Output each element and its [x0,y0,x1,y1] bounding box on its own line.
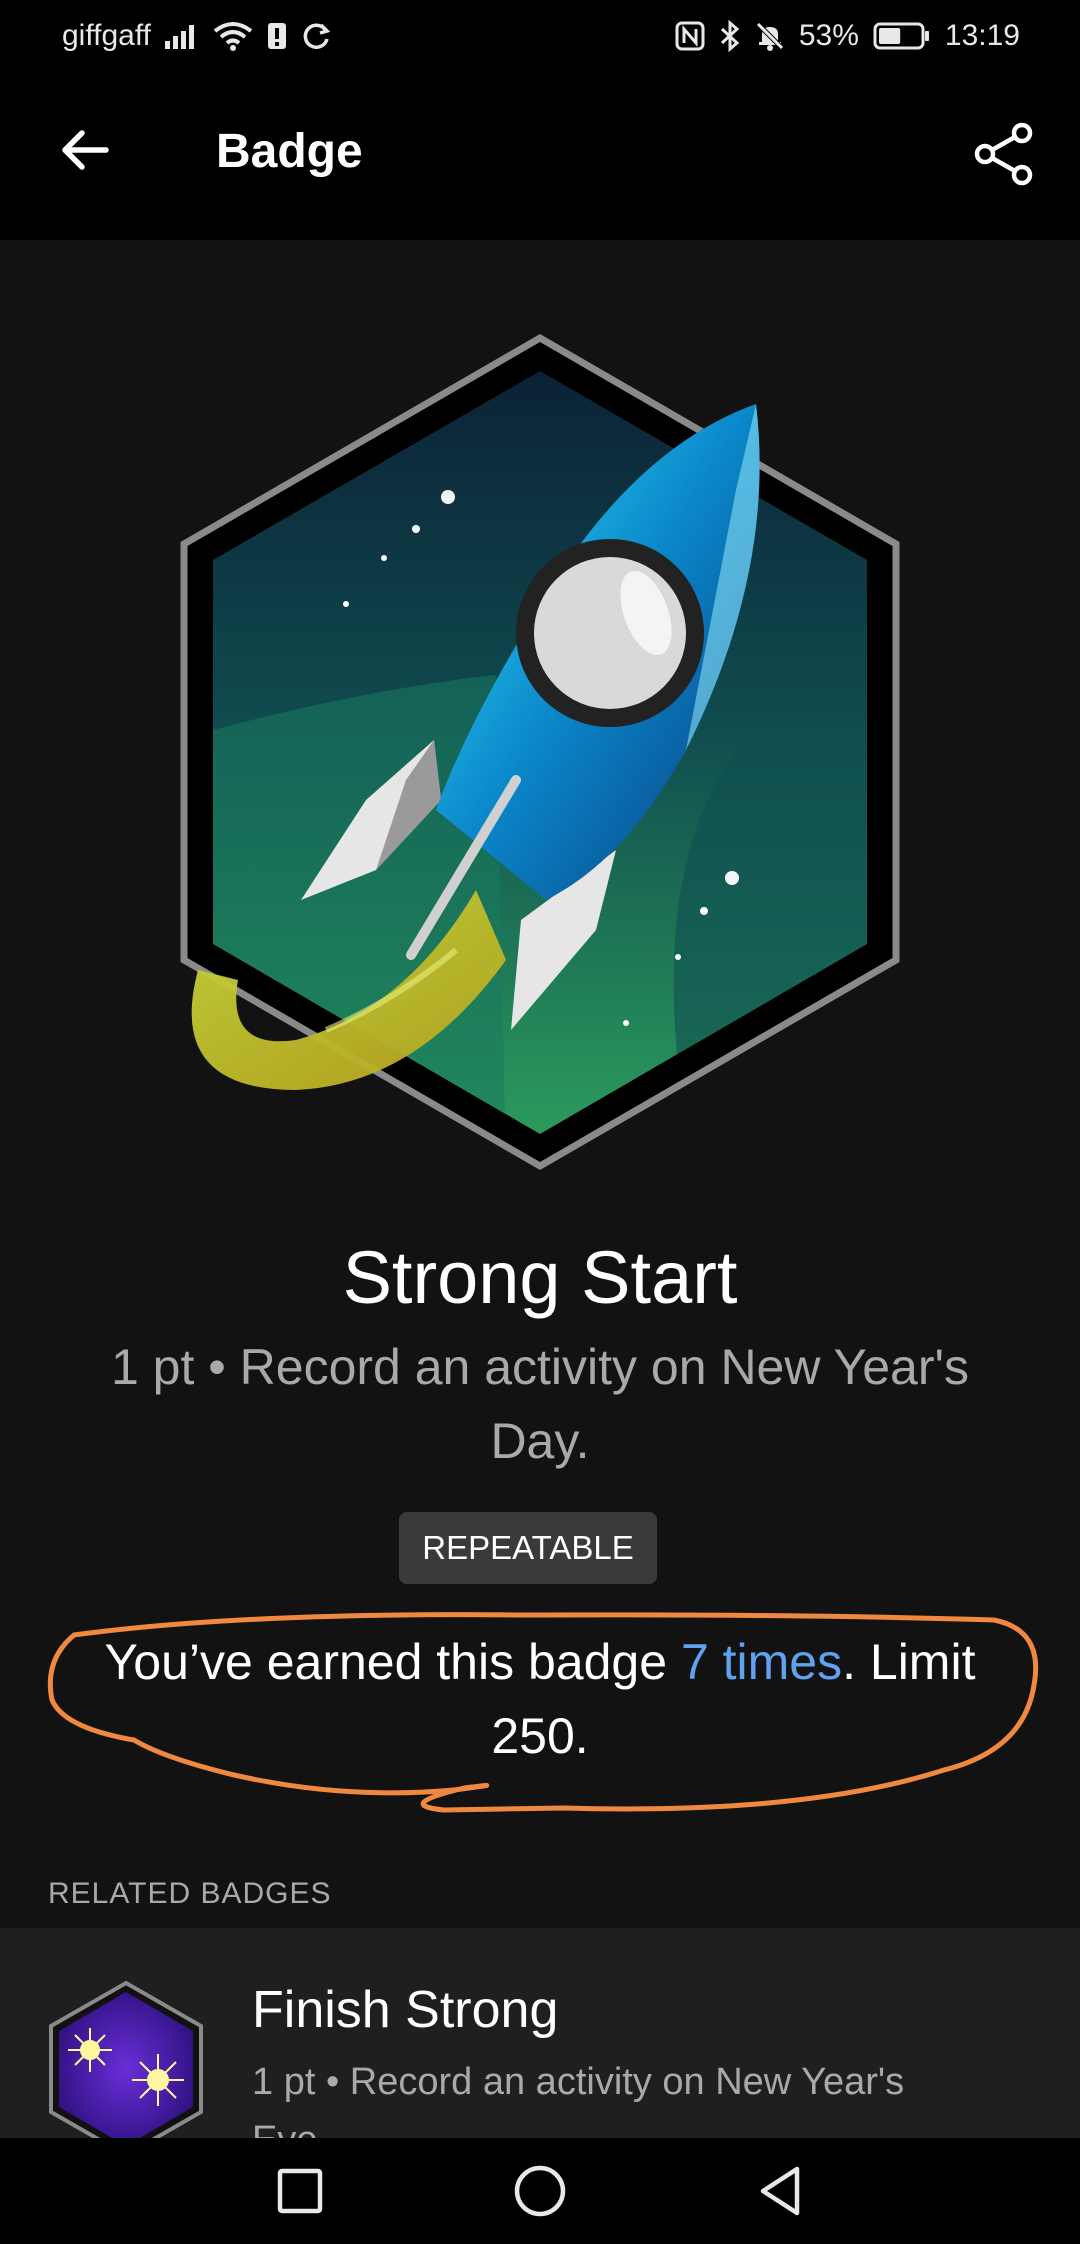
earned-summary: You’ve earned this badge 7 times. Limit … [60,1625,1020,1773]
share-icon [974,122,1033,186]
recents-square-icon [277,2168,323,2214]
back-button[interactable] [48,114,120,186]
status-left: giffgaff [62,19,331,53]
repeatable-tag: REPEATABLE [399,1512,657,1584]
related-badge-description: 1 pt • Record an activity on New Year's … [252,2061,905,2138]
home-button[interactable] [505,2156,575,2226]
status-bar: giffgaff 53% 13:19 [0,0,1080,72]
signal-icon [164,23,199,49]
system-nav-bar [0,2138,1080,2244]
system-back-button[interactable] [745,2156,815,2226]
home-circle-icon [514,2165,566,2217]
badge-title: Strong Start [342,1236,738,1319]
back-triangle-icon [760,2166,800,2216]
battery-percent: 53% [798,19,859,52]
wifi-icon [213,21,253,51]
arrow-left-icon [62,130,109,170]
related-badge-name: Finish Strong [252,1981,559,2039]
battery-icon [873,21,931,51]
share-button[interactable] [964,114,1044,194]
status-right: 53% 13:19 [675,19,1020,53]
app-bar: Badge [0,72,1080,240]
nfc-icon [675,21,705,51]
earned-count-link[interactable]: 7 times [681,1634,842,1690]
badge-description: 1 pt • Record an activity on New Year's … [110,1339,970,1469]
sync-icon [301,21,331,51]
recents-button[interactable] [265,2156,335,2226]
earned-prefix: You’ve earned this badge [104,1634,681,1690]
fireworks-badge-thumbnail [49,1980,203,2138]
alert-icon [267,21,287,51]
carrier-label: giffgaff [62,19,151,52]
mute-icon [755,21,785,51]
related-badges-header: RELATED BADGES [48,1877,332,1910]
page-title: Badge [216,125,363,178]
bluetooth-icon [719,20,741,52]
clock: 13:19 [944,19,1020,52]
rocket-badge-image [180,333,900,1171]
related-badge-item[interactable]: Finish Strong 1 pt • Record an activity … [0,1928,1080,2138]
